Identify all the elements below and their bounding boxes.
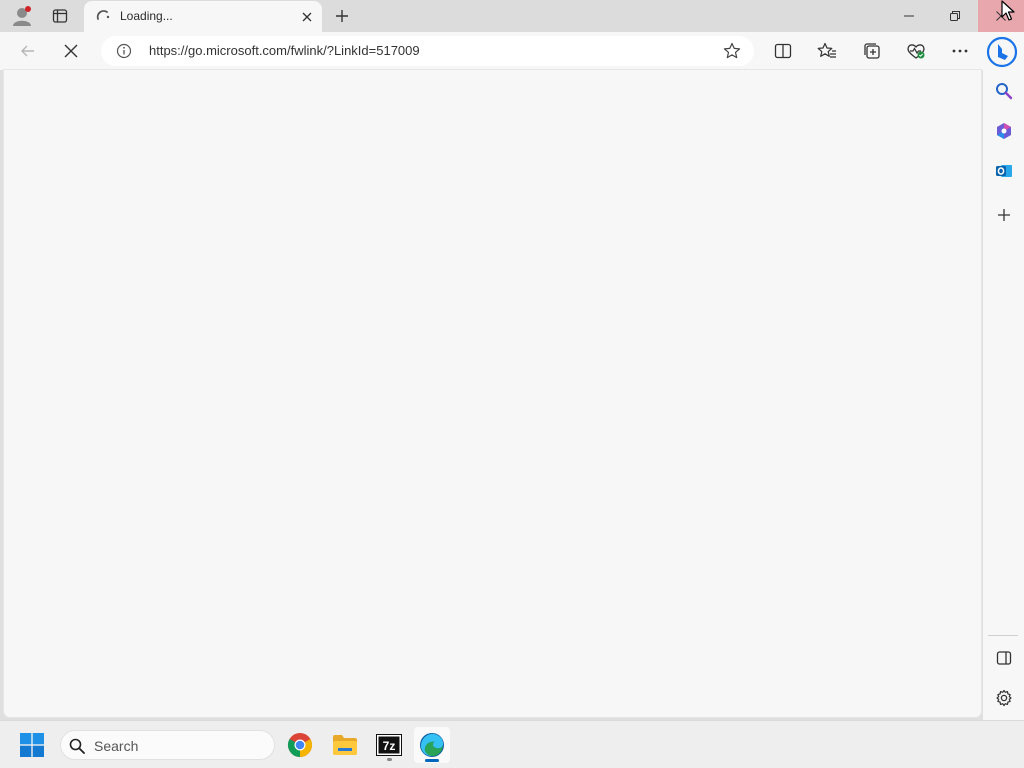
profile-button[interactable] — [8, 3, 36, 29]
copilot-button[interactable] — [984, 34, 1020, 70]
performance-button[interactable] — [901, 36, 931, 66]
start-button[interactable] — [16, 729, 48, 761]
workspaces-button[interactable] — [46, 3, 74, 29]
split-screen-icon — [774, 43, 792, 59]
profile-icon — [13, 6, 31, 26]
new-tab-button[interactable] — [328, 3, 356, 29]
arrow-left-icon — [21, 45, 34, 57]
sidebar-add-button[interactable] — [989, 200, 1019, 230]
site-info-button[interactable] — [115, 42, 133, 60]
tab-loading[interactable]: Loading... — [84, 1, 322, 32]
edge-sidebar — [983, 70, 1024, 720]
sidebar-search-button[interactable] — [989, 76, 1019, 106]
more-options-button[interactable] — [945, 36, 975, 66]
search-icon-wrapper — [68, 737, 86, 755]
ellipsis-icon — [952, 49, 968, 53]
plus-icon — [998, 209, 1010, 221]
restore-button[interactable] — [932, 0, 978, 32]
stop-loading-button[interactable] — [56, 36, 86, 66]
add-favorite-button[interactable] — [722, 41, 742, 61]
sidebar-toggle-icon — [996, 651, 1012, 665]
sidebar-apps-button[interactable] — [989, 116, 1019, 146]
workspaces-icon — [52, 9, 68, 23]
url-text[interactable]: https://go.microsoft.com/fwlink/?LinkId=… — [149, 43, 420, 58]
minimize-icon — [904, 15, 914, 17]
close-icon — [302, 12, 312, 22]
back-button[interactable] — [13, 36, 43, 66]
edge-icon — [420, 733, 444, 757]
restore-icon — [950, 11, 960, 21]
sidebar-outlook-button[interactable] — [989, 156, 1019, 186]
hide-sidebar-button[interactable] — [989, 643, 1019, 673]
star-icon — [723, 42, 741, 59]
loading-spinner-icon — [96, 10, 110, 20]
svg-text:7z: 7z — [383, 739, 396, 753]
sidebar-settings-button[interactable] — [989, 683, 1019, 713]
7zip-icon: 7z — [376, 734, 402, 756]
taskbar-7zip[interactable]: 7z — [371, 727, 407, 763]
file-explorer-icon — [333, 735, 357, 755]
search-placeholder: Search — [94, 738, 139, 754]
taskbar-file-explorer[interactable] — [327, 727, 363, 763]
sidebar-divider — [988, 635, 1018, 636]
taskbar-edge[interactable] — [414, 727, 450, 763]
plus-icon — [336, 10, 348, 22]
page-content — [4, 70, 981, 717]
performance-icon — [907, 44, 925, 59]
favorites-button[interactable] — [812, 36, 842, 66]
collections-icon — [864, 43, 880, 59]
minimize-button[interactable] — [886, 0, 932, 32]
outlook-icon — [996, 165, 1012, 177]
tab-strip: Loading... — [0, 0, 1024, 32]
search-icon — [996, 83, 1013, 100]
mouse-cursor-icon — [1001, 0, 1015, 21]
taskbar-search[interactable]: Search — [60, 730, 275, 760]
taskbar-chrome[interactable] — [282, 727, 318, 763]
chrome-icon — [287, 733, 313, 757]
toolbar: https://go.microsoft.com/fwlink/?LinkId=… — [0, 32, 1024, 70]
collections-button[interactable] — [857, 36, 887, 66]
windows-logo-icon — [20, 733, 44, 757]
active-indicator — [425, 759, 439, 762]
favorites-icon — [817, 42, 836, 58]
taskbar: Search 7z — [0, 720, 1024, 768]
tab-title: Loading... — [120, 9, 173, 23]
address-bar[interactable]: https://go.microsoft.com/fwlink/?LinkId=… — [101, 36, 754, 66]
stop-loading-icon — [64, 44, 78, 58]
running-indicator — [387, 758, 392, 761]
copilot-apps-icon — [997, 123, 1011, 139]
info-icon — [116, 43, 132, 59]
search-icon — [69, 738, 85, 754]
tab-close-button[interactable] — [298, 8, 316, 26]
gear-icon — [996, 689, 1012, 707]
split-screen-button[interactable] — [768, 36, 798, 66]
bing-icon — [986, 36, 1018, 68]
